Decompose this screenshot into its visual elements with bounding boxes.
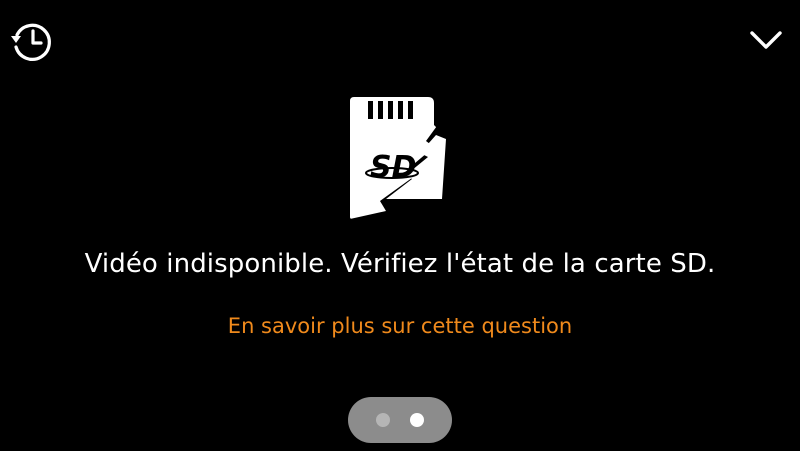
page-indicator [348, 397, 452, 443]
collapse-button[interactable] [746, 20, 786, 60]
chevron-down-icon [750, 31, 782, 49]
history-clock-icon [11, 23, 51, 61]
page-dot-2[interactable] [410, 413, 424, 427]
learn-more-link[interactable]: En savoir plus sur cette question [0, 310, 800, 342]
error-message: Vidéo indisponible. Vérifiez l'état de l… [84, 249, 716, 279]
page-dot-1[interactable] [376, 413, 390, 427]
sd-card-broken-icon: SD [350, 97, 452, 221]
video-unavailable-screen: SD Vidéo indisponible. Vérifiez l'état d… [0, 0, 800, 451]
history-button[interactable] [8, 18, 56, 66]
